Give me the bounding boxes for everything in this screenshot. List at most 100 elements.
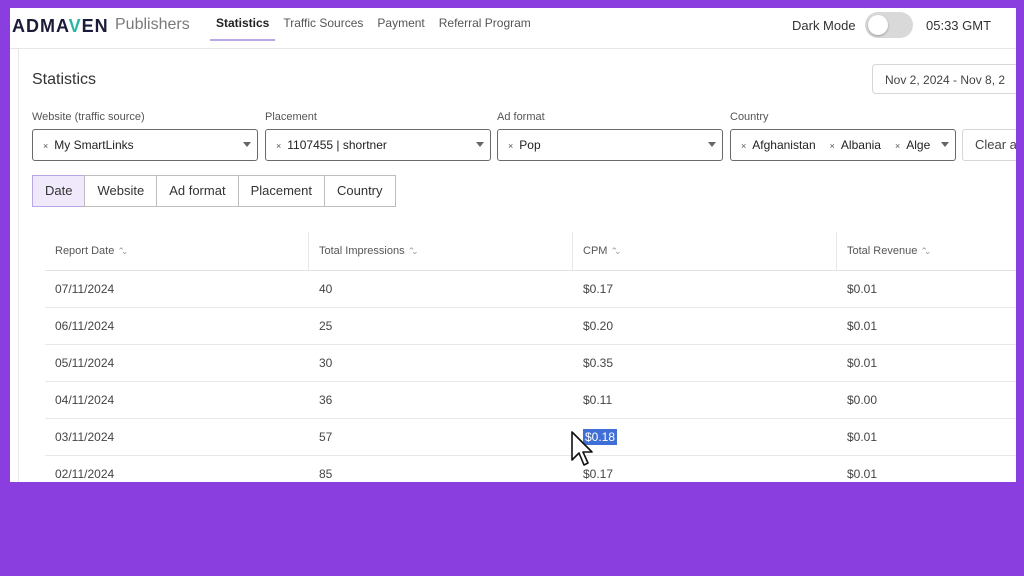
app-window: ADMAVEN Publishers Statistics Traffic Sou… bbox=[10, 8, 1016, 482]
cell-value: 25 bbox=[319, 319, 333, 333]
main-nav: Statistics Traffic Sources Payment Referral… bbox=[210, 8, 539, 48]
table-cell: 30 bbox=[309, 345, 573, 381]
group-by-tabs: Date Website Ad format Placement Country bbox=[32, 175, 396, 207]
tab-country[interactable]: Country bbox=[323, 175, 396, 207]
clock: 05:33 GMT bbox=[926, 18, 992, 33]
logo-text-v: V bbox=[68, 16, 82, 36]
nav-item-statistics[interactable]: Statistics bbox=[210, 8, 276, 41]
filter-chip[interactable]: × Afghanistan bbox=[737, 136, 820, 154]
mouse-pointer-icon bbox=[571, 431, 593, 466]
tab-placement[interactable]: Placement bbox=[237, 175, 325, 207]
table-cell: $0.11 bbox=[573, 382, 837, 418]
column-header-label: CPM bbox=[583, 245, 608, 257]
cell-value: $0.01 bbox=[847, 356, 878, 370]
table-cell: $0.01 bbox=[837, 345, 1016, 381]
cell-value: $0.20 bbox=[583, 319, 614, 333]
sort-icon[interactable]: ⌃⌄ bbox=[117, 246, 128, 256]
cell-value: $0.35 bbox=[583, 356, 614, 370]
website-filter-label: Website (traffic source) bbox=[32, 111, 145, 123]
table-row: 06/11/2024 25 $0.20 $0.01 bbox=[45, 308, 1016, 345]
table-cell: 05/11/2024 bbox=[45, 345, 309, 381]
nav-item-referral-program[interactable]: Referral Program bbox=[433, 8, 537, 39]
logo-text-a: ADMA bbox=[12, 16, 69, 36]
table-cell: 03/11/2024 bbox=[45, 419, 309, 455]
column-header[interactable]: Total Impressions ⌃⌄ bbox=[309, 232, 573, 270]
table-cell: 85 bbox=[309, 456, 573, 482]
table-cell: $0.01 bbox=[837, 456, 1016, 482]
remove-chip-icon[interactable]: × bbox=[276, 141, 281, 151]
clear-all-button[interactable]: Clear a bbox=[962, 129, 1016, 161]
cell-value: 03/11/2024 bbox=[55, 430, 115, 444]
cell-value: $0.00 bbox=[847, 393, 878, 407]
sort-icon[interactable]: ⌃⌄ bbox=[408, 246, 419, 256]
table-cell: $0.17 bbox=[573, 456, 837, 482]
table-cell: $0.35 bbox=[573, 345, 837, 381]
remove-chip-icon[interactable]: × bbox=[830, 141, 835, 151]
cell-value: 85 bbox=[319, 467, 333, 481]
nav-item-traffic-sources[interactable]: Traffic Sources bbox=[277, 8, 369, 39]
column-header[interactable]: Total Revenue ⌃⌄ bbox=[837, 232, 1016, 270]
cell-value: 06/11/2024 bbox=[55, 319, 115, 333]
tab-date[interactable]: Date bbox=[32, 175, 86, 207]
date-range-picker[interactable]: Nov 2, 2024 - Nov 8, 2 bbox=[872, 64, 1016, 94]
ad-format-select[interactable]: × Pop bbox=[497, 129, 723, 161]
table-cell: 04/11/2024 bbox=[45, 382, 309, 418]
filter-chip[interactable]: × Alge bbox=[891, 136, 934, 154]
filter-chip[interactable]: × Albania bbox=[826, 136, 885, 154]
filter-chip[interactable]: × My SmartLinks bbox=[39, 136, 138, 154]
table-cell: $0.20 bbox=[573, 308, 837, 344]
cell-value: $0.01 bbox=[847, 430, 878, 444]
remove-chip-icon[interactable]: × bbox=[741, 141, 746, 151]
remove-chip-icon[interactable]: × bbox=[508, 141, 513, 151]
column-header[interactable]: CPM ⌃⌄ bbox=[573, 232, 837, 270]
cell-value: 02/11/2024 bbox=[55, 467, 115, 481]
remove-chip-icon[interactable]: × bbox=[43, 141, 48, 151]
filter-chip[interactable]: × 1107455 | shortner bbox=[272, 136, 391, 154]
cell-value: 57 bbox=[319, 430, 333, 444]
top-navbar: ADMAVEN Publishers Statistics Traffic Sou… bbox=[10, 8, 1016, 49]
chip-label: My SmartLinks bbox=[54, 138, 134, 152]
remove-chip-icon[interactable]: × bbox=[895, 141, 900, 151]
tab-website[interactable]: Website bbox=[84, 175, 158, 207]
table-cell: $0.17 bbox=[573, 271, 837, 307]
table-header: Report Date ⌃⌄ Total Impressions ⌃⌄ CPM ⌃⌄ Tot… bbox=[45, 232, 1016, 271]
filter-chip[interactable]: × Pop bbox=[504, 136, 545, 154]
statistics-table: Report Date ⌃⌄ Total Impressions ⌃⌄ CPM ⌃⌄ Tot… bbox=[45, 232, 1016, 482]
cell-value: $0.01 bbox=[847, 319, 878, 333]
table-cell: 25 bbox=[309, 308, 573, 344]
tab-ad-format[interactable]: Ad format bbox=[156, 175, 239, 207]
table-cell: $0.01 bbox=[837, 419, 1016, 455]
chevron-down-icon bbox=[476, 142, 484, 147]
cell-value: 30 bbox=[319, 356, 333, 370]
table-row: 05/11/2024 30 $0.35 $0.01 bbox=[45, 345, 1016, 382]
cell-value: 36 bbox=[319, 393, 333, 407]
placement-select[interactable]: × 1107455 | shortner bbox=[265, 129, 491, 161]
chevron-down-icon bbox=[243, 142, 251, 147]
table-cell: $0.01 bbox=[837, 271, 1016, 307]
table-cell: 02/11/2024 bbox=[45, 456, 309, 482]
country-select[interactable]: × Afghanistan × Albania × Alge bbox=[730, 129, 956, 161]
cell-value: $0.01 bbox=[847, 282, 878, 296]
table-cell: $0.18 bbox=[573, 419, 837, 455]
admaven-logo[interactable]: ADMAVEN bbox=[12, 16, 109, 37]
cell-value: $0.17 bbox=[583, 282, 614, 296]
table-row: 04/11/2024 36 $0.11 $0.00 bbox=[45, 382, 1016, 419]
chip-label: Alge bbox=[906, 138, 931, 152]
table-cell: 07/11/2024 bbox=[45, 271, 309, 307]
column-header-label: Total Revenue bbox=[847, 245, 918, 257]
dark-mode-toggle[interactable] bbox=[865, 12, 913, 38]
cell-value: 05/11/2024 bbox=[55, 356, 115, 370]
sort-icon[interactable]: ⌃⌄ bbox=[610, 246, 621, 256]
table-row: 03/11/2024 57 $0.18 $0.01 bbox=[45, 419, 1016, 456]
table-cell: $0.00 bbox=[837, 382, 1016, 418]
table-row: 07/11/2024 40 $0.17 $0.01 bbox=[45, 271, 1016, 308]
chevron-down-icon bbox=[708, 142, 716, 147]
sort-icon[interactable]: ⌃⌄ bbox=[920, 246, 931, 256]
website-select[interactable]: × My SmartLinks bbox=[32, 129, 258, 161]
cell-value: $0.11 bbox=[583, 393, 613, 407]
column-header[interactable]: Report Date ⌃⌄ bbox=[45, 232, 309, 270]
nav-item-payment[interactable]: Payment bbox=[371, 8, 430, 39]
placement-filter-label: Placement bbox=[265, 111, 317, 123]
chip-label: Pop bbox=[519, 138, 541, 152]
table-cell: 36 bbox=[309, 382, 573, 418]
